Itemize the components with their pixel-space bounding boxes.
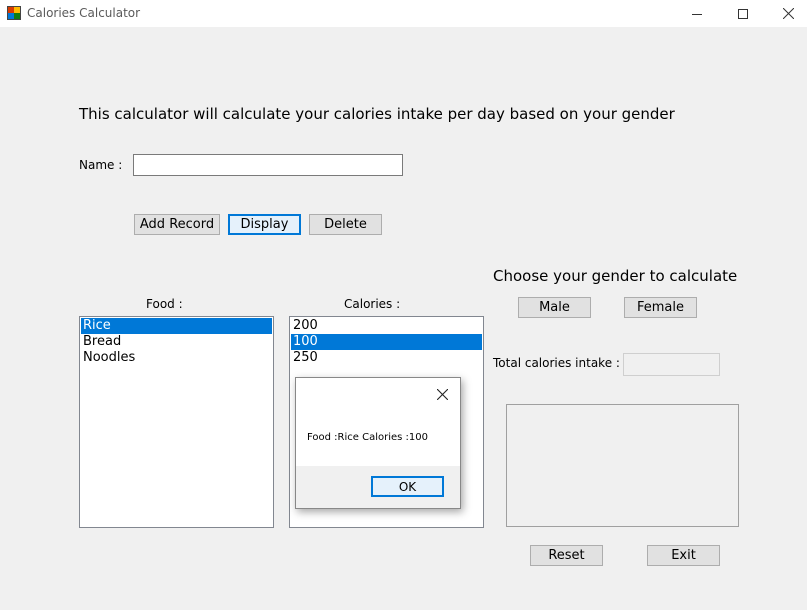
ok-button[interactable]: OK bbox=[371, 476, 444, 497]
close-window-button[interactable] bbox=[765, 0, 807, 27]
add-record-button[interactable]: Add Record bbox=[134, 214, 220, 235]
calories-list-item[interactable]: 200 bbox=[291, 318, 482, 334]
maximize-button[interactable] bbox=[720, 0, 766, 27]
calories-label: Calories : bbox=[344, 297, 401, 311]
male-button[interactable]: Male bbox=[518, 297, 591, 318]
food-label: Food : bbox=[146, 297, 183, 311]
dialog-footer: OK bbox=[296, 466, 460, 508]
app-icon bbox=[7, 6, 21, 20]
exit-button[interactable]: Exit bbox=[647, 545, 720, 566]
female-button[interactable]: Female bbox=[624, 297, 697, 318]
calories-list-item[interactable]: 100 bbox=[291, 334, 482, 350]
total-calories-label: Total calories intake : bbox=[493, 356, 620, 370]
close-icon bbox=[436, 388, 448, 400]
food-list-item[interactable]: Rice bbox=[81, 318, 272, 334]
dialog-close-button[interactable] bbox=[434, 386, 450, 402]
close-icon bbox=[782, 8, 794, 19]
message-dialog: Food :Rice Calories :100 OK bbox=[295, 377, 461, 509]
dialog-message: Food :Rice Calories :100 bbox=[307, 432, 428, 443]
gender-heading: Choose your gender to calculate bbox=[493, 267, 738, 285]
food-list-item[interactable]: Noodles bbox=[81, 350, 272, 366]
minimize-icon bbox=[692, 13, 702, 15]
name-input[interactable] bbox=[133, 154, 403, 176]
reset-button[interactable]: Reset bbox=[530, 545, 603, 566]
delete-button[interactable]: Delete bbox=[309, 214, 382, 235]
output-area bbox=[506, 404, 739, 527]
calories-list-item[interactable]: 250 bbox=[291, 350, 482, 366]
window-title: Calories Calculator bbox=[27, 6, 141, 20]
minimize-button[interactable] bbox=[674, 0, 720, 27]
name-label: Name : bbox=[79, 158, 123, 172]
total-calories-output bbox=[623, 353, 720, 376]
display-button[interactable]: Display bbox=[228, 214, 301, 235]
food-list-item[interactable]: Bread bbox=[81, 334, 272, 350]
food-listbox[interactable]: Rice Bread Noodles bbox=[79, 316, 274, 528]
intro-text: This calculator will calculate your calo… bbox=[79, 105, 675, 123]
maximize-icon bbox=[738, 8, 748, 19]
title-bar: Calories Calculator bbox=[0, 0, 807, 27]
